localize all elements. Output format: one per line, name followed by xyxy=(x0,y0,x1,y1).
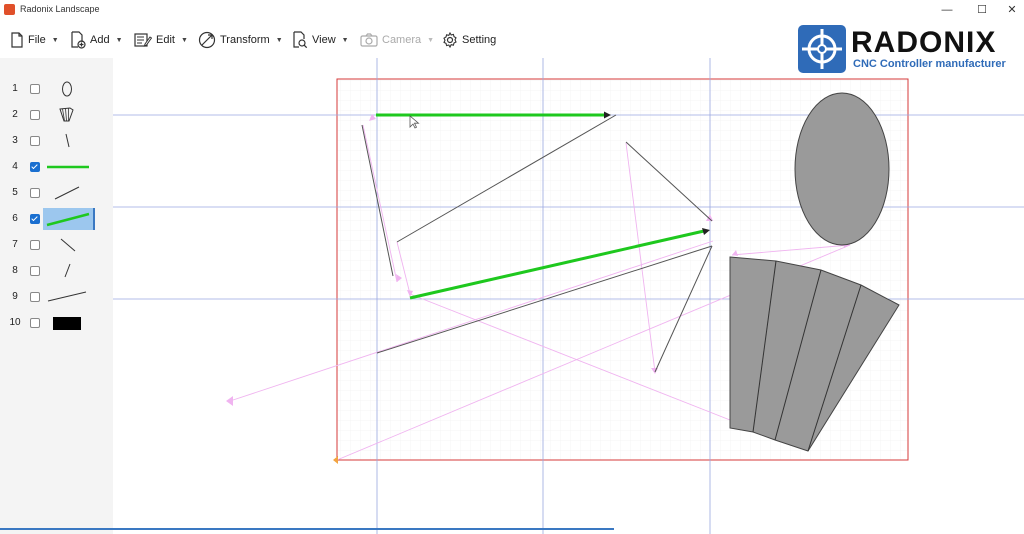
ellipse-icon xyxy=(62,81,72,97)
line-icon xyxy=(65,133,70,148)
layer-number: 1 xyxy=(12,83,18,94)
layer-row-6[interactable]: 6 xyxy=(0,206,113,232)
add-menu[interactable]: Add ▼ xyxy=(70,29,123,51)
app-icon xyxy=(4,4,15,15)
line-icon xyxy=(47,291,87,302)
camera-menu-label: Camera xyxy=(382,34,422,46)
layer-checkbox-9[interactable] xyxy=(30,292,40,302)
layer-number: 6 xyxy=(12,213,18,224)
layer-row-8[interactable]: 8 xyxy=(0,258,113,284)
layer-checkbox-10[interactable] xyxy=(30,318,40,328)
ellipse-shape[interactable] xyxy=(794,92,890,246)
black-rect-icon xyxy=(53,317,81,330)
layer-number: 2 xyxy=(12,109,18,120)
setting-button[interactable]: Setting xyxy=(442,29,496,51)
origin-marker xyxy=(333,456,338,464)
window-title: Radonix Landscape xyxy=(20,4,100,14)
close-button[interactable]: ✕ xyxy=(995,1,1024,19)
layer-row-9[interactable]: 9 xyxy=(0,284,113,310)
chevron-down-icon[interactable]: ▼ xyxy=(427,37,434,44)
layer-checkbox-1[interactable] xyxy=(30,84,40,94)
gear-icon xyxy=(443,32,457,48)
chevron-down-icon[interactable]: ▼ xyxy=(52,37,59,44)
edit-menu[interactable]: Edit ▼ xyxy=(134,29,188,51)
layer-checkbox-2[interactable] xyxy=(30,110,40,120)
layer-checkbox-8[interactable] xyxy=(30,266,40,276)
view-menu[interactable]: View ▼ xyxy=(292,29,349,51)
layer-checkbox-4[interactable] xyxy=(30,162,40,172)
arrow-head xyxy=(226,396,233,406)
add-file-icon xyxy=(71,31,86,49)
camera-menu[interactable]: Camera ▼ xyxy=(360,29,434,51)
transform-menu-label: Transform xyxy=(220,34,270,46)
layer-number: 8 xyxy=(12,265,18,276)
layer-row-3[interactable]: 3 xyxy=(0,128,113,154)
minimize-button[interactable]: — xyxy=(930,1,964,19)
layer-checkbox-3[interactable] xyxy=(30,136,40,146)
layer-checkbox-5[interactable] xyxy=(30,188,40,198)
view-icon xyxy=(293,31,308,49)
transform-icon xyxy=(198,31,216,49)
fan-icon xyxy=(59,107,74,122)
chevron-down-icon[interactable]: ▼ xyxy=(276,37,283,44)
green-line-icon xyxy=(47,165,89,169)
edit-icon xyxy=(134,33,152,47)
line-icon xyxy=(60,238,76,252)
horizontal-scrollbar[interactable] xyxy=(0,528,614,530)
layer-row-1[interactable]: 1 xyxy=(0,76,113,102)
layers-panel: 1 2 3 4 5 6 7 8 9 10 xyxy=(0,58,113,534)
edit-menu-label: Edit xyxy=(156,34,175,46)
file-menu[interactable]: File ▼ xyxy=(10,29,59,51)
file-icon xyxy=(11,32,23,48)
layer-row-4[interactable]: 4 xyxy=(0,154,113,180)
transform-menu[interactable]: Transform ▼ xyxy=(198,29,283,51)
add-menu-label: Add xyxy=(90,34,110,46)
layer-number: 7 xyxy=(12,239,18,250)
green-line-icon xyxy=(43,208,95,230)
chevron-down-icon[interactable]: ▼ xyxy=(342,37,349,44)
layer-number: 3 xyxy=(12,135,18,146)
layer-number: 5 xyxy=(12,187,18,198)
layer-number: 4 xyxy=(12,161,18,172)
file-menu-label: File xyxy=(28,34,46,46)
layer-row-2[interactable]: 2 xyxy=(0,102,113,128)
camera-icon xyxy=(360,33,378,47)
setting-button-label: Setting xyxy=(462,34,497,46)
layer-checkbox-6[interactable] xyxy=(30,214,40,224)
line-icon xyxy=(64,263,71,278)
layer-row-10[interactable]: 10 xyxy=(0,310,113,336)
layer-number: 9 xyxy=(12,291,18,302)
layer-row-7[interactable]: 7 xyxy=(0,232,113,258)
title-bar: Radonix Landscape — ☐ ✕ xyxy=(0,0,1024,20)
chevron-down-icon[interactable]: ▼ xyxy=(116,37,123,44)
layer-checkbox-7[interactable] xyxy=(30,240,40,250)
logo-wordmark: RADONIX xyxy=(851,26,997,59)
view-menu-label: View xyxy=(312,34,336,46)
chevron-down-icon[interactable]: ▼ xyxy=(181,37,188,44)
maximize-button[interactable]: ☐ xyxy=(965,1,999,19)
drawing-canvas[interactable] xyxy=(113,58,1024,534)
line-icon xyxy=(54,186,80,200)
layer-row-5[interactable]: 5 xyxy=(0,180,113,206)
layer-number: 10 xyxy=(9,317,21,328)
